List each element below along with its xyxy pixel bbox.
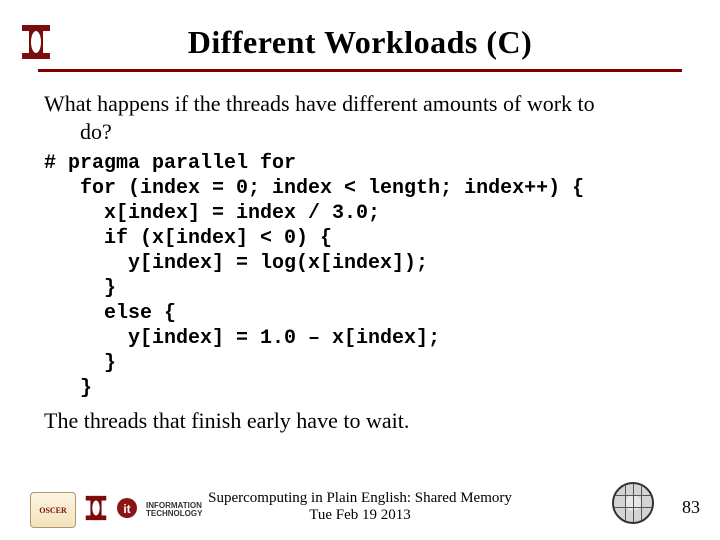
content-area: What happens if the threads have differe…: [0, 72, 720, 435]
page-number: 83: [682, 497, 700, 518]
it-label: INFORMATION TECHNOLOGY: [146, 502, 202, 517]
footer-line-1: Supercomputing in Plain English: Shared …: [208, 490, 512, 506]
intro-text: What happens if the threads have differe…: [44, 90, 676, 145]
footer-caption: Supercomputing in Plain English: Shared …: [208, 490, 512, 525]
title-underline: [38, 69, 682, 72]
footer-logos: OSCER it INFORMATION TECHNOLOGY: [30, 492, 202, 528]
svg-text:it: it: [123, 502, 130, 516]
oscer-logo-icon: OSCER: [30, 492, 76, 528]
footer-line-2: Tue Feb 19 2013: [309, 507, 411, 523]
ou-logo-icon: [16, 22, 56, 62]
globe-logo-icon: [612, 482, 654, 524]
oscer-label: OSCER: [39, 506, 67, 515]
conclusion-text: The threads that finish early have to wa…: [44, 407, 676, 435]
footer: OSCER it INFORMATION TECHNOLOGY: [0, 474, 720, 530]
ou-small-logo-icon: [82, 494, 110, 527]
header: Different Workloads (C): [0, 0, 720, 72]
it-logo-icon: it: [116, 497, 138, 524]
intro-line-2: do?: [44, 119, 112, 144]
it-line-2: TECHNOLOGY: [146, 509, 202, 518]
slide: Different Workloads (C) What happens if …: [0, 0, 720, 540]
slide-title: Different Workloads (C): [0, 18, 720, 69]
intro-line-1: What happens if the threads have differe…: [44, 91, 595, 116]
code-block: # pragma parallel for for (index = 0; in…: [44, 151, 676, 401]
